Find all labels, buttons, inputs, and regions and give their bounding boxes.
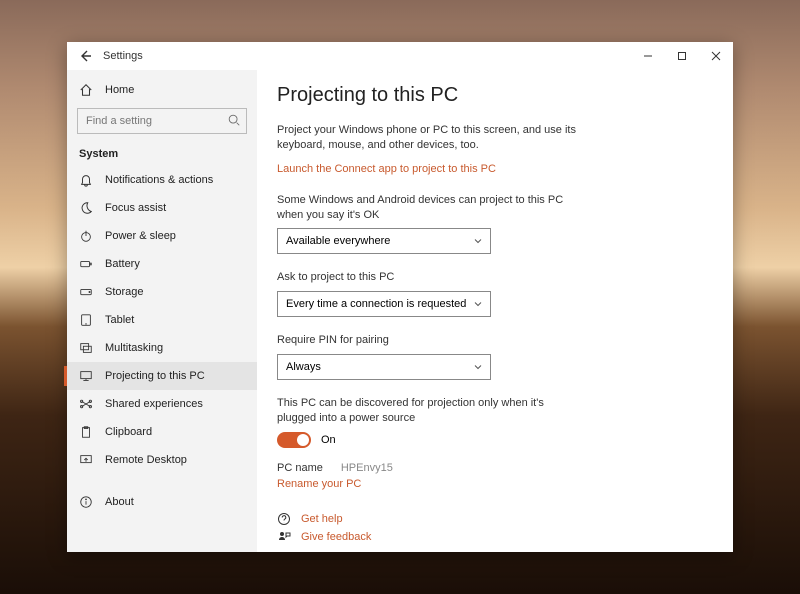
- moon-icon: [79, 201, 93, 215]
- minimize-button[interactable]: [631, 42, 665, 70]
- get-help-row[interactable]: Get help: [277, 512, 707, 526]
- tablet-icon: [79, 313, 93, 327]
- search-icon: [227, 113, 241, 127]
- sidebar-item-label: Clipboard: [105, 426, 152, 438]
- pc-name-value: HPEnvy15: [341, 462, 393, 474]
- discover-toggle-state: On: [321, 434, 336, 446]
- discover-toggle[interactable]: [277, 432, 311, 448]
- sidebar: Home System Notifications & actions Focus…: [67, 70, 257, 552]
- sidebar-item-label: Storage: [105, 286, 144, 298]
- sidebar-item-label: Projecting to this PC: [105, 370, 205, 382]
- sidebar-item-project[interactable]: Projecting to this PC: [67, 362, 257, 390]
- pin-value: Always: [286, 361, 321, 373]
- clipboard-icon: [79, 425, 93, 439]
- search-wrap: [77, 108, 247, 134]
- remote-icon: [79, 453, 93, 467]
- storage-icon: [79, 285, 93, 299]
- sidebar-item-label: Shared experiences: [105, 398, 203, 410]
- sidebar-item-label: Multitasking: [105, 342, 163, 354]
- page-heading: Projecting to this PC: [277, 84, 707, 107]
- sidebar-item-remote[interactable]: Remote Desktop: [67, 446, 257, 474]
- sidebar-item-shared[interactable]: Shared experiences: [67, 390, 257, 418]
- ask-value: Every time a connection is requested: [286, 298, 466, 310]
- about-icon: [79, 495, 93, 509]
- multitask-icon: [79, 341, 93, 355]
- back-button[interactable]: [77, 48, 93, 64]
- sidebar-item-label: Power & sleep: [105, 230, 176, 242]
- give-feedback-row[interactable]: Give feedback: [277, 530, 707, 544]
- bell-icon: [79, 173, 93, 187]
- sidebar-item-multitask[interactable]: Multitasking: [67, 334, 257, 362]
- sidebar-home-label: Home: [105, 84, 134, 96]
- sidebar-item-about[interactable]: About: [67, 488, 257, 516]
- chevron-down-icon: [472, 235, 484, 250]
- sidebar-item-label: Focus assist: [105, 202, 166, 214]
- sidebar-item-moon[interactable]: Focus assist: [67, 194, 257, 222]
- power-icon: [79, 229, 93, 243]
- availability-value: Available everywhere: [286, 235, 390, 247]
- titlebar: Settings: [67, 42, 733, 70]
- sidebar-item-power[interactable]: Power & sleep: [67, 222, 257, 250]
- rename-pc-link[interactable]: Rename your PC: [277, 478, 707, 490]
- sidebar-item-tablet[interactable]: Tablet: [67, 306, 257, 334]
- close-button[interactable]: [699, 42, 733, 70]
- sidebar-item-bell[interactable]: Notifications & actions: [67, 166, 257, 194]
- sidebar-item-label: Battery: [105, 258, 140, 270]
- help-icon: [277, 512, 291, 526]
- intro-text: Project your Windows phone or PC to this…: [277, 123, 587, 153]
- availability-select[interactable]: Available everywhere: [277, 228, 491, 254]
- availability-label: Some Windows and Android devices can pro…: [277, 193, 567, 223]
- pc-name-key: PC name: [277, 462, 323, 474]
- maximize-button[interactable]: [665, 42, 699, 70]
- settings-window: Settings Home System Notifications & act…: [67, 42, 733, 552]
- main-panel: Projecting to this PC Project your Windo…: [257, 70, 733, 552]
- pin-label: Require PIN for pairing: [277, 333, 567, 348]
- project-icon: [79, 369, 93, 383]
- feedback-icon: [277, 530, 291, 544]
- sidebar-item-storage[interactable]: Storage: [67, 278, 257, 306]
- pin-select[interactable]: Always: [277, 354, 491, 380]
- give-feedback-label: Give feedback: [301, 531, 371, 543]
- window-title: Settings: [103, 50, 143, 62]
- get-help-label: Get help: [301, 513, 343, 525]
- sidebar-item-label: Notifications & actions: [105, 174, 213, 186]
- sidebar-item-label: About: [105, 496, 134, 508]
- discover-label: This PC can be discovered for projection…: [277, 396, 567, 426]
- ask-select[interactable]: Every time a connection is requested: [277, 291, 491, 317]
- home-icon: [79, 83, 93, 97]
- ask-label: Ask to project to this PC: [277, 270, 567, 285]
- shared-icon: [79, 397, 93, 411]
- launch-connect-link[interactable]: Launch the Connect app to project to thi…: [277, 163, 707, 175]
- chevron-down-icon: [472, 361, 484, 376]
- sidebar-home[interactable]: Home: [67, 76, 257, 104]
- sidebar-item-clipboard[interactable]: Clipboard: [67, 418, 257, 446]
- sidebar-item-label: Tablet: [105, 314, 134, 326]
- battery-icon: [79, 257, 93, 271]
- chevron-down-icon: [472, 298, 484, 313]
- sidebar-item-label: Remote Desktop: [105, 454, 187, 466]
- sidebar-item-battery[interactable]: Battery: [67, 250, 257, 278]
- search-input[interactable]: [77, 108, 247, 134]
- sidebar-section: System: [67, 140, 257, 166]
